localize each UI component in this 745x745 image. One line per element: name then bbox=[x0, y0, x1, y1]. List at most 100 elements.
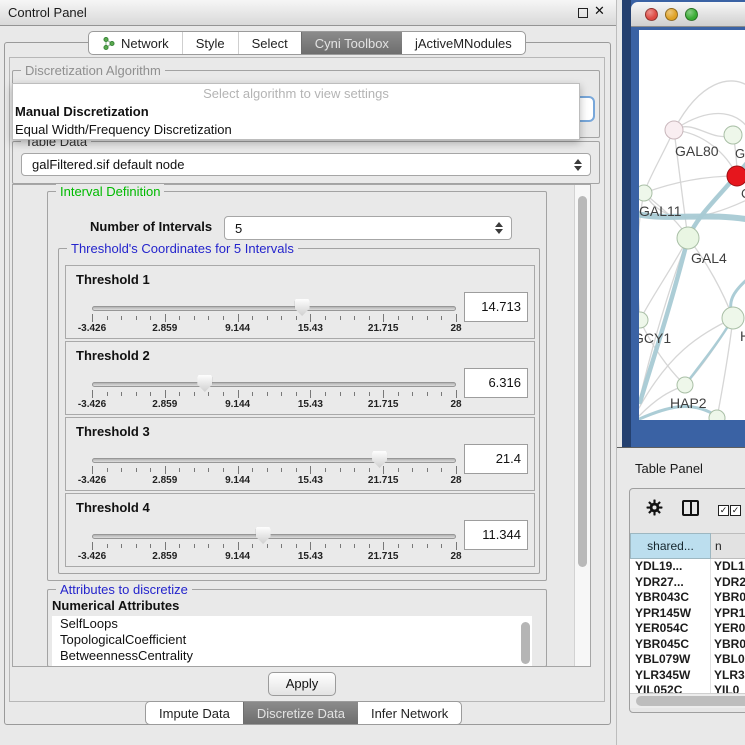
column-header-shared-name[interactable]: shared... bbox=[630, 533, 711, 559]
scrollbar-thumb[interactable] bbox=[636, 696, 745, 706]
tick-mark bbox=[456, 390, 457, 398]
tab-impute-data[interactable]: Impute Data bbox=[146, 702, 243, 724]
table-row[interactable]: YIL052CYIL0 bbox=[630, 683, 745, 693]
slider-tick-labels: -3.4262.8599.14415.4321.71528 bbox=[92, 475, 456, 487]
slider-track[interactable] bbox=[92, 534, 456, 539]
cell-name[interactable]: YBR0 bbox=[711, 637, 745, 653]
network-node-gal4[interactable] bbox=[677, 227, 699, 249]
cell-shared-name[interactable]: YLR345W bbox=[630, 668, 711, 684]
number-of-intervals-combobox[interactable]: 5 bbox=[224, 216, 512, 240]
tab-infer-network[interactable]: Infer Network bbox=[358, 702, 461, 724]
table-row[interactable]: YPR145WYPR1 bbox=[630, 606, 745, 622]
checkbox-icon[interactable]: ✓ bbox=[730, 505, 741, 516]
tick-mark bbox=[310, 390, 311, 398]
network-canvas[interactable]: GAL80GACGAL11GAL4GCY1HHAP2 bbox=[639, 30, 745, 420]
slider-track[interactable] bbox=[92, 458, 456, 463]
combo-stepper-icon[interactable] bbox=[574, 159, 582, 171]
table-row[interactable]: YDL19...YDL1 bbox=[630, 559, 745, 575]
cell-name[interactable]: YPR1 bbox=[711, 606, 745, 622]
popup-item-manual-discretization[interactable]: Manual Discretization bbox=[13, 103, 579, 121]
slider-track[interactable] bbox=[92, 382, 456, 387]
table-row[interactable]: YER054CYER0 bbox=[630, 621, 745, 637]
tick-mark bbox=[208, 392, 209, 396]
numerical-attributes-list[interactable]: SelfLoopsTopologicalCoefficientBetweenne… bbox=[52, 616, 532, 666]
cell-name[interactable]: YLR3 bbox=[711, 668, 745, 684]
network-node-gal11[interactable] bbox=[639, 185, 652, 201]
tick-mark bbox=[223, 544, 224, 548]
cell-shared-name[interactable]: YPR145W bbox=[630, 606, 711, 622]
table-row[interactable]: YBL079WYBL0 bbox=[630, 652, 745, 668]
cell-shared-name[interactable]: YBR043C bbox=[630, 590, 711, 606]
slider-track[interactable] bbox=[92, 306, 456, 311]
cell-shared-name[interactable]: YER054C bbox=[630, 621, 711, 637]
cell-name[interactable]: YDR2 bbox=[711, 575, 745, 591]
threshold-slider[interactable]: -3.4262.8599.14415.4321.71528 bbox=[92, 527, 456, 565]
tab-jactivemnodules[interactable]: jActiveMNodules bbox=[402, 32, 525, 54]
threshold-value-field[interactable]: 14.713 bbox=[464, 292, 528, 322]
cell-shared-name[interactable]: YDL19... bbox=[630, 559, 711, 575]
close-icon[interactable]: ✕ bbox=[594, 3, 605, 19]
network-window-titlebar[interactable] bbox=[631, 2, 745, 27]
tab-discretize-data[interactable]: Discretize Data bbox=[243, 702, 358, 724]
cell-name[interactable]: YBR0 bbox=[711, 590, 745, 606]
table-row[interactable]: YBR045CYBR0 bbox=[630, 637, 745, 653]
tick-mark bbox=[383, 390, 384, 398]
network-node-gcy1[interactable] bbox=[639, 312, 648, 328]
tick-mark bbox=[208, 468, 209, 472]
float-window-icon[interactable] bbox=[578, 8, 588, 18]
vertical-scrollbar[interactable] bbox=[574, 185, 590, 666]
threshold-slider[interactable]: -3.4262.8599.14415.4321.71528 bbox=[92, 299, 456, 337]
tab-select[interactable]: Select bbox=[238, 32, 301, 54]
cell-name[interactable]: YIL0 bbox=[711, 683, 745, 693]
tick-mark bbox=[281, 392, 282, 396]
close-traffic-light[interactable] bbox=[645, 8, 658, 21]
network-node-h[interactable] bbox=[722, 307, 744, 329]
attribute-list-item[interactable]: SelfLoops bbox=[52, 616, 532, 632]
cell-shared-name[interactable]: YBL079W bbox=[630, 652, 711, 668]
threshold-value-field[interactable]: 6.316 bbox=[464, 368, 528, 398]
gear-icon[interactable] bbox=[646, 499, 663, 516]
cell-name[interactable]: YDL1 bbox=[711, 559, 745, 575]
cell-shared-name[interactable]: YBR045C bbox=[630, 637, 711, 653]
minimize-traffic-light[interactable] bbox=[665, 8, 678, 21]
combo-stepper-icon[interactable] bbox=[495, 222, 503, 234]
cell-name[interactable]: YER0 bbox=[711, 621, 745, 637]
split-columns-icon[interactable] bbox=[682, 500, 699, 516]
popup-placeholder: Select algorithm to view settings bbox=[13, 84, 579, 103]
table-row[interactable]: YLR345WYLR3 bbox=[630, 668, 745, 684]
cell-shared-name[interactable]: YDR27... bbox=[630, 575, 711, 591]
popup-item-equal-width-frequency[interactable]: Equal Width/Frequency Discretization bbox=[13, 121, 579, 139]
column-header-name[interactable]: n bbox=[711, 533, 745, 559]
apply-button[interactable]: Apply bbox=[268, 672, 336, 696]
tab-style[interactable]: Style bbox=[182, 32, 238, 54]
cell-name[interactable]: YBL0 bbox=[711, 652, 745, 668]
network-node-hap2[interactable] bbox=[677, 377, 693, 393]
tick-mark bbox=[223, 316, 224, 320]
zoom-traffic-light[interactable] bbox=[685, 8, 698, 21]
cell-shared-name[interactable]: YIL052C bbox=[630, 683, 711, 693]
attribute-list-item[interactable]: TopologicalCoefficient bbox=[52, 632, 532, 648]
tab-cyni-toolbox[interactable]: Cyni Toolbox bbox=[301, 32, 402, 54]
tick-mark bbox=[340, 468, 341, 472]
checkbox-icon[interactable]: ✓ bbox=[718, 505, 729, 516]
network-node-c[interactable] bbox=[727, 166, 745, 186]
list-scrollbar-thumb[interactable] bbox=[521, 622, 530, 664]
table-row[interactable]: YDR27...YDR2 bbox=[630, 575, 745, 591]
network-node-ga[interactable] bbox=[724, 126, 742, 144]
scrollbar-thumb[interactable] bbox=[578, 196, 587, 567]
tab-network[interactable]: Network bbox=[89, 32, 182, 54]
attribute-list-item[interactable]: BetweennessCentrality bbox=[52, 648, 532, 664]
tick-label: 15.43 bbox=[288, 399, 332, 410]
table-data-combobox[interactable]: galFiltered.sif default node bbox=[21, 153, 591, 176]
threshold-value-field[interactable]: 21.4 bbox=[464, 444, 528, 474]
network-node-gal80[interactable] bbox=[665, 121, 683, 139]
table-row[interactable]: YBR043CYBR0 bbox=[630, 590, 745, 606]
tick-mark bbox=[150, 392, 151, 396]
threshold-slider[interactable]: -3.4262.8599.14415.4321.71528 bbox=[92, 375, 456, 413]
network-graph[interactable]: GAL80GACGAL11GAL4GCY1HHAP2 bbox=[639, 30, 745, 420]
horizontal-scrollbar[interactable] bbox=[630, 693, 745, 708]
tick-mark bbox=[281, 544, 282, 548]
threshold-slider[interactable]: -3.4262.8599.14415.4321.71528 bbox=[92, 451, 456, 489]
threshold-value-field[interactable]: 11.344 bbox=[464, 520, 528, 550]
tick-mark bbox=[121, 468, 122, 472]
